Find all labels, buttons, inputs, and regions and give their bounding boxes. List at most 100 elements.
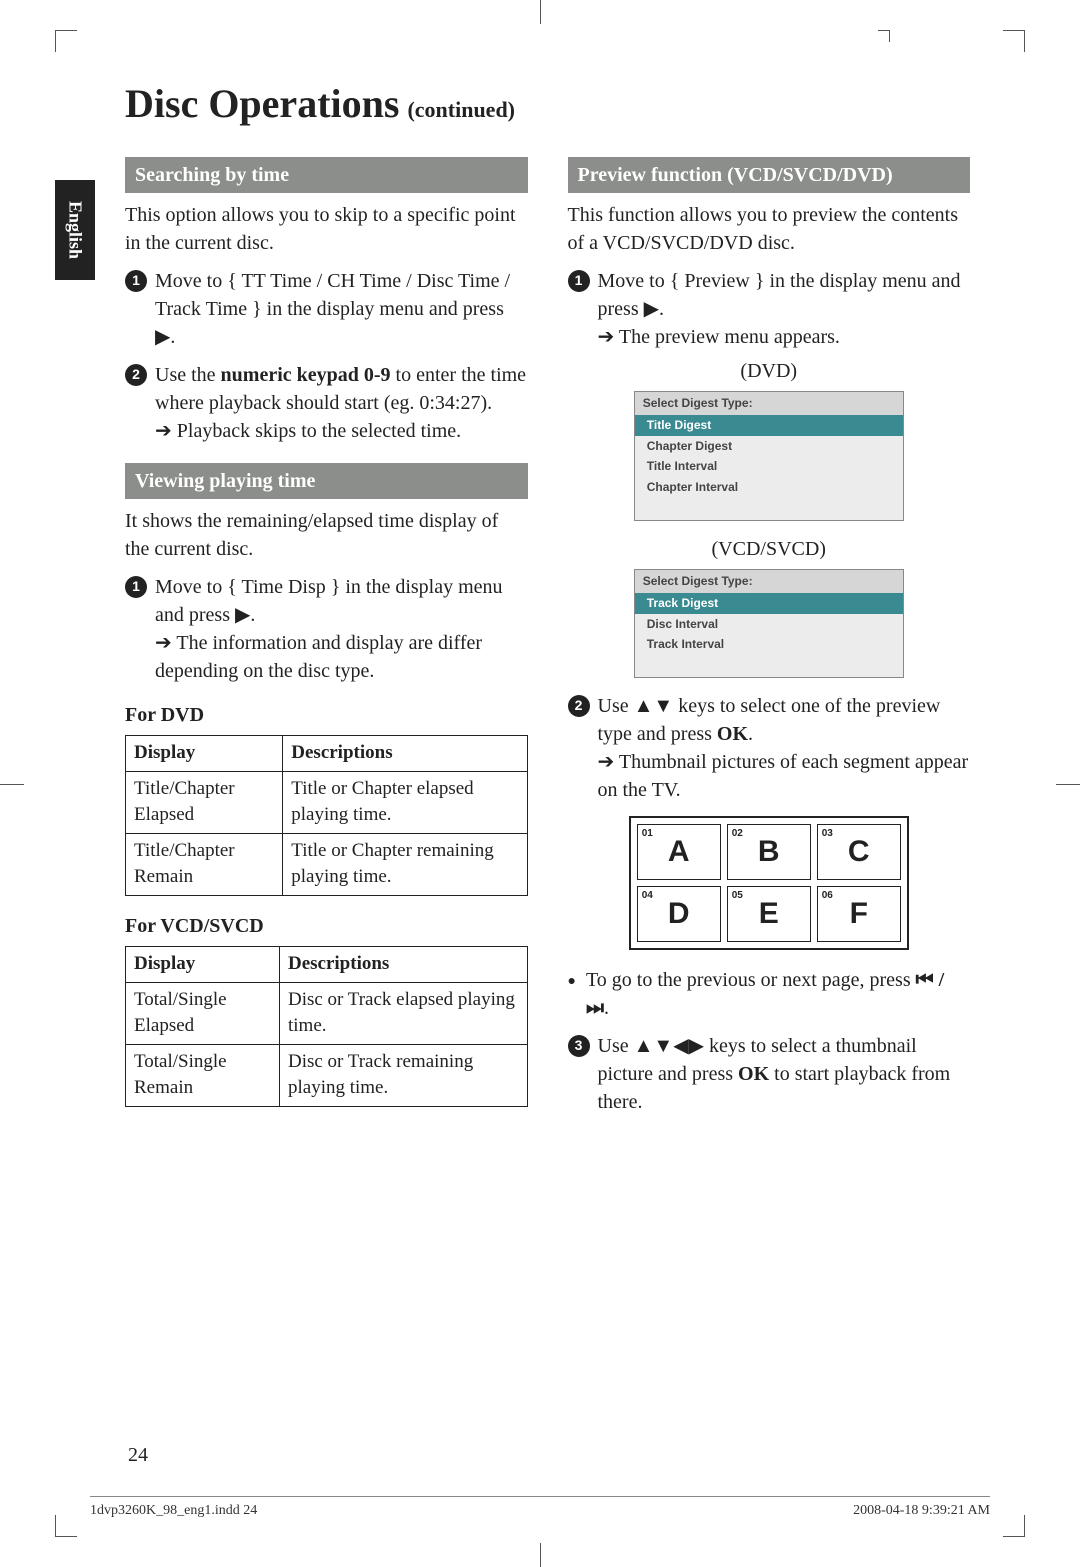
cell: Disc or Track elapsed playing time. bbox=[279, 982, 527, 1044]
thumbnail: 02 B bbox=[727, 824, 811, 880]
thumb-number: 06 bbox=[822, 889, 833, 903]
thumb-letter: A bbox=[668, 831, 690, 873]
arrow-icon: ➔ bbox=[155, 632, 172, 654]
crop-tick bbox=[0, 784, 24, 785]
thumb-number: 05 bbox=[732, 889, 743, 903]
crop-mark bbox=[1003, 1515, 1025, 1537]
title-sub: (continued) bbox=[407, 97, 515, 122]
th-display: Display bbox=[126, 736, 283, 772]
menu-item: Title Interval bbox=[635, 456, 903, 477]
text-bold: OK bbox=[717, 723, 748, 745]
step-1b: 1 Move to { Time Disp } in the display m… bbox=[125, 573, 528, 629]
crop-mark bbox=[55, 30, 77, 52]
text-bold: numeric keypad 0-9 bbox=[221, 364, 391, 386]
arrow-icon: ➔ bbox=[598, 326, 615, 348]
step-2: 2 Use the numeric keypad 0-9 to enter th… bbox=[125, 361, 528, 417]
menu-item: Track Interval bbox=[635, 634, 903, 655]
text: Use ▲▼ keys to select one of the preview… bbox=[598, 695, 941, 745]
th-desc: Descriptions bbox=[283, 736, 527, 772]
title-main: Disc Operations bbox=[125, 81, 399, 126]
thumbnail-grid: 01A 02B 03C 04D 05E 06F bbox=[629, 816, 909, 950]
thumb-letter: F bbox=[850, 893, 868, 935]
thumbnail: 04D bbox=[637, 886, 721, 942]
dvd-digest-menu: Select Digest Type: Title Digest Chapter… bbox=[634, 391, 904, 521]
text: . bbox=[604, 997, 609, 1019]
vcd-table: DisplayDescriptions Total/Single Elapsed… bbox=[125, 946, 528, 1107]
menu-item: Chapter Interval bbox=[635, 477, 903, 498]
text: The information and display are differ d… bbox=[155, 632, 482, 682]
crop-tick bbox=[540, 1543, 541, 1567]
text: Thumbnail pictures of each segment appea… bbox=[598, 751, 969, 801]
thumbnail: 03C bbox=[817, 824, 901, 880]
text: The preview menu appears. bbox=[619, 326, 840, 348]
preview-intro: This function allows you to preview the … bbox=[568, 201, 971, 257]
cell: Total/Single Remain bbox=[126, 1044, 280, 1106]
language-tab: English bbox=[55, 180, 95, 280]
manual-page: Disc Operations (continued) English Sear… bbox=[0, 0, 1080, 1567]
left-column: Searching by time This option allows you… bbox=[125, 157, 528, 1116]
page-title: Disc Operations (continued) bbox=[125, 80, 990, 127]
for-vcd-label: For VCD/SVCD bbox=[125, 912, 528, 940]
bullet-body: To go to the previous or next page, pres… bbox=[586, 966, 970, 1022]
cell: Total/Single Elapsed bbox=[126, 982, 280, 1044]
crop-mark bbox=[1003, 30, 1025, 52]
thumb-number: 01 bbox=[642, 827, 653, 841]
step-badge-icon: 2 bbox=[125, 364, 147, 386]
step-body: Move to { Preview } in the display menu … bbox=[598, 267, 971, 323]
text-bold: OK bbox=[738, 1063, 769, 1085]
step-badge-icon: 2 bbox=[568, 695, 590, 717]
step-body: Move to { Time Disp } in the display men… bbox=[155, 573, 528, 629]
footer-timestamp: 2008-04-18 9:39:21 AM bbox=[853, 1503, 990, 1519]
bullet-line: ● To go to the previous or next page, pr… bbox=[568, 966, 971, 1022]
search-intro: This option allows you to skip to a spec… bbox=[125, 201, 528, 257]
inner-tick bbox=[878, 30, 890, 42]
menu-footer bbox=[635, 655, 903, 677]
crop-tick bbox=[540, 0, 541, 24]
cell: Title/Chapter Remain bbox=[126, 833, 283, 895]
print-footer: 1dvp3260K_98_eng1.indd 24 2008-04-18 9:3… bbox=[90, 1496, 990, 1519]
section-header-search: Searching by time bbox=[125, 157, 528, 193]
cell: Title or Chapter elapsed playing time. bbox=[283, 771, 527, 833]
section-header-preview: Preview function (VCD/SVCD/DVD) bbox=[568, 157, 971, 193]
vcd-digest-menu: Select Digest Type: Track Digest Disc In… bbox=[634, 569, 904, 678]
step-badge-icon: 1 bbox=[125, 576, 147, 598]
text: Use the bbox=[155, 364, 221, 386]
text: To go to the previous or next page, pres… bbox=[586, 969, 916, 991]
footer-file: 1dvp3260K_98_eng1.indd 24 bbox=[90, 1503, 257, 1519]
dvd-caption: (DVD) bbox=[568, 357, 971, 385]
menu-item-selected: Track Digest bbox=[635, 593, 903, 614]
step-badge-icon: 1 bbox=[125, 270, 147, 292]
menu-item-selected: Title Digest bbox=[635, 415, 903, 436]
viewing-intro: It shows the remaining/elapsed time disp… bbox=[125, 507, 528, 563]
result-line: ➔ The preview menu appears. bbox=[598, 323, 971, 351]
bullet-icon: ● bbox=[568, 972, 576, 1022]
menu-item: Disc Interval bbox=[635, 614, 903, 635]
menu-item: Chapter Digest bbox=[635, 436, 903, 457]
thumb-letter: C bbox=[848, 831, 870, 873]
step-badge-icon: 3 bbox=[568, 1035, 590, 1057]
content-columns: Searching by time This option allows you… bbox=[125, 157, 970, 1116]
thumb-letter: D bbox=[668, 893, 690, 935]
thumbnail: 06 F bbox=[817, 886, 901, 942]
thumb-letter: B bbox=[758, 831, 780, 873]
thumbnail: 01 A bbox=[637, 824, 721, 880]
menu-footer bbox=[635, 498, 903, 520]
section-header-viewing: Viewing playing time bbox=[125, 463, 528, 499]
vcd-caption: (VCD/SVCD) bbox=[568, 535, 971, 563]
crop-mark bbox=[55, 1515, 77, 1537]
for-dvd-label: For DVD bbox=[125, 701, 528, 729]
step-1: 1 Move to { TT Time / CH Time / Disc Tim… bbox=[125, 267, 528, 351]
step-body: Use the numeric keypad 0-9 to enter the … bbox=[155, 361, 528, 417]
thumb-number: 02 bbox=[732, 827, 743, 841]
cell: Title or Chapter remaining playing time. bbox=[283, 833, 527, 895]
dvd-table: DisplayDescriptions Title/Chapter Elapse… bbox=[125, 735, 528, 896]
result-line: ➔ Playback skips to the selected time. bbox=[155, 417, 528, 445]
step-body: Use ▲▼◀▶ keys to select a thumbnail pict… bbox=[598, 1032, 971, 1116]
step-body: Move to { TT Time / CH Time / Disc Time … bbox=[155, 267, 528, 351]
cell: Disc or Track remaining playing time. bbox=[279, 1044, 527, 1106]
crop-tick bbox=[1056, 784, 1080, 785]
step-r2: 2 Use ▲▼ keys to select one of the previ… bbox=[568, 692, 971, 748]
th-display: Display bbox=[126, 946, 280, 982]
step-badge-icon: 1 bbox=[568, 270, 590, 292]
step-body: Use ▲▼ keys to select one of the preview… bbox=[598, 692, 971, 748]
